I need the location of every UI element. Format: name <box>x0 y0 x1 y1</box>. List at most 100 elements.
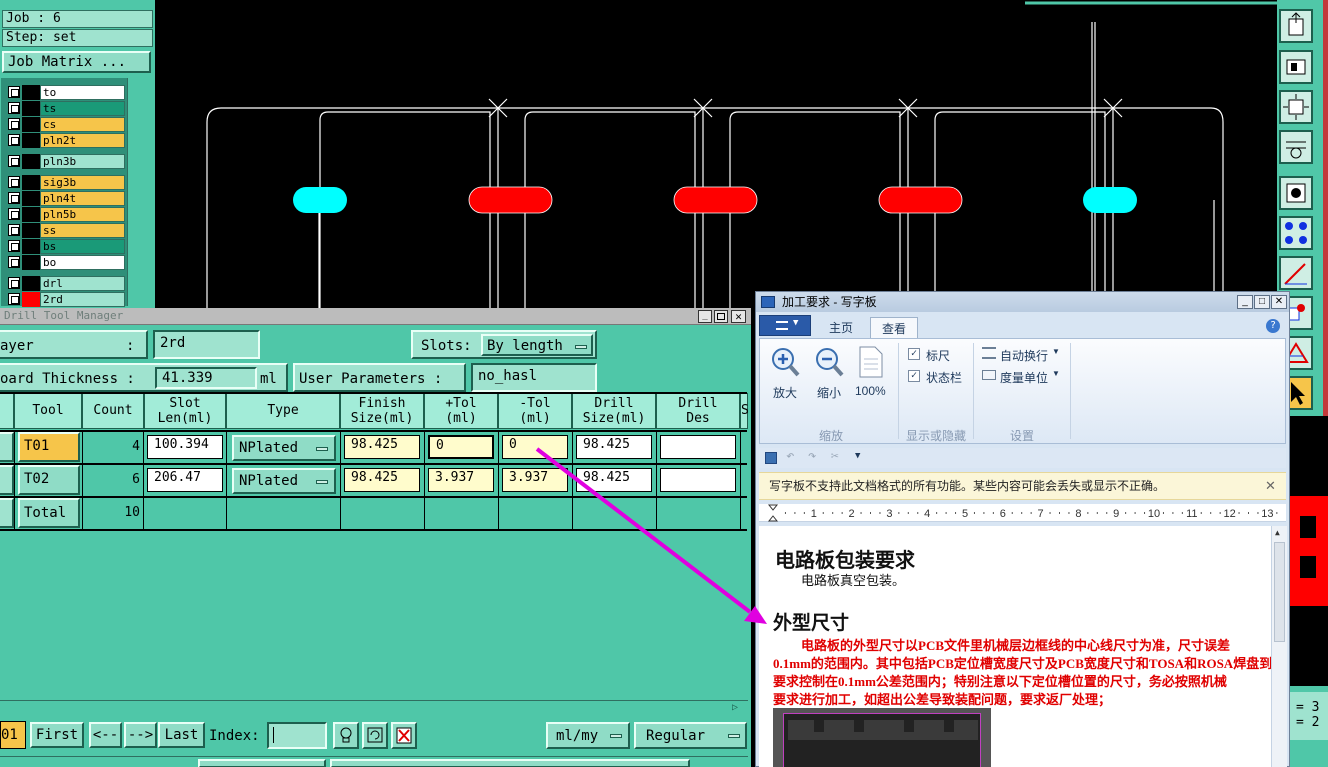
prev-button[interactable]: <-- <box>89 722 122 748</box>
column-header[interactable]: +Tol (ml) <box>424 393 498 429</box>
undo-icon[interactable]: ↶ <box>786 448 794 464</box>
column-header[interactable]: Finish Size(ml) <box>340 393 424 429</box>
layer-value-field[interactable]: 2rd <box>153 330 260 359</box>
layer-checkbox[interactable] <box>8 256 20 268</box>
layer-checkbox[interactable] <box>8 208 20 220</box>
layer-row-2[interactable]: cs <box>6 117 125 132</box>
index-field[interactable] <box>267 722 327 749</box>
row-select-icon[interactable] <box>0 465 14 495</box>
layer-checkbox[interactable] <box>8 224 20 236</box>
layer-checkbox[interactable] <box>8 293 20 305</box>
layer-row-3[interactable]: pln2t <box>6 133 125 148</box>
layer-checkbox[interactable] <box>8 155 20 167</box>
toolbar-button-1[interactable] <box>1279 9 1313 43</box>
units-dropdown[interactable]: ml/my <box>546 722 630 749</box>
board-thickness-field[interactable]: 41.339 <box>155 367 257 389</box>
wordpad-close-button[interactable]: ✕ <box>1271 295 1287 309</box>
slot-length-input[interactable]: 206.47 <box>147 468 223 492</box>
tab-home[interactable]: 主页 <box>820 317 862 339</box>
toolbar-button-5[interactable] <box>1279 176 1313 210</box>
layer-checkbox[interactable] <box>8 102 20 114</box>
page-100-icon[interactable] <box>857 345 885 379</box>
maximize-button[interactable] <box>714 310 728 323</box>
slots-dropdown[interactable]: By length <box>481 334 593 356</box>
toolbar-button-4[interactable] <box>1279 130 1313 164</box>
layer-row-1[interactable]: ts <box>6 101 125 116</box>
layer-row-9[interactable]: bs <box>6 239 125 254</box>
redo-icon[interactable]: ↷ <box>808 448 816 464</box>
slot-length-input[interactable]: 100.394 <box>147 435 223 459</box>
cad-canvas[interactable] <box>155 0 1277 310</box>
layer-list-scrollbar[interactable] <box>127 78 153 306</box>
layer-checkbox[interactable] <box>8 176 20 188</box>
save-icon[interactable] <box>765 452 777 464</box>
word-wrap-button[interactable]: 自动换行 <box>1000 347 1048 364</box>
type-dropdown[interactable]: NPlated <box>232 468 336 494</box>
close-button[interactable]: ✕ <box>731 310 746 323</box>
layer-row-12[interactable]: 2rd <box>6 292 125 307</box>
tool-cell[interactable]: T02 <box>18 465 80 495</box>
ruler[interactable]: 1 2 3 4 5 6 7 8 9 10 11 12 13 <box>759 504 1286 522</box>
layer-row-10[interactable]: bo <box>6 255 125 270</box>
row-select-icon[interactable] <box>0 432 14 462</box>
layer-row-5[interactable]: sig3b <box>6 175 125 190</box>
zoom-out-icon[interactable] <box>813 346 845 380</box>
layer-checkbox[interactable] <box>8 240 20 252</box>
column-header[interactable]: Drill Des <box>656 393 740 429</box>
cut-icon[interactable]: ✂ <box>831 449 839 464</box>
toolbar-button-3[interactable] <box>1279 90 1313 124</box>
document-area[interactable]: 电路板包装要求 电路板真空包装。 外型尺寸 电路板的外型尺寸以PCB文件里机械层… <box>759 526 1272 767</box>
layer-row-6[interactable]: pln4t <box>6 191 125 206</box>
layer-checkbox[interactable] <box>8 134 20 146</box>
toolbar-button-2[interactable] <box>1279 50 1313 84</box>
column-header[interactable]: Type <box>226 393 340 429</box>
finish-size-input[interactable]: 98.425 <box>344 435 420 459</box>
first-button[interactable]: First <box>30 722 84 748</box>
ruler-checkbox[interactable]: ✓ <box>908 348 920 360</box>
layer-checkbox[interactable] <box>8 86 20 98</box>
layer-checkbox[interactable] <box>8 118 20 130</box>
plus-tol-input[interactable]: 3.937 <box>428 468 494 492</box>
minus-tol-input[interactable]: 0 <box>502 435 568 459</box>
drill-des-input[interactable] <box>660 468 736 492</box>
measure-units-button[interactable]: 度量单位 <box>1000 369 1048 386</box>
type-dropdown[interactable]: NPlated <box>232 435 336 461</box>
file-menu-button[interactable]: ▼ <box>759 315 811 336</box>
customize-icon[interactable]: ▼ <box>855 451 860 461</box>
wordpad-maximize-button[interactable]: □ <box>1254 295 1270 309</box>
drill-des-input[interactable] <box>660 435 736 459</box>
close-info-icon[interactable]: ✕ <box>1265 473 1276 499</box>
zoom-in-icon[interactable] <box>769 346 801 380</box>
drill-size-input[interactable]: 98.425 <box>576 468 652 492</box>
horizontal-scrollbar[interactable]: ▷ <box>0 700 748 714</box>
column-header[interactable]: Count <box>82 393 144 429</box>
layer-row-0[interactable]: to <box>6 85 125 100</box>
toolbar-button-7[interactable] <box>1279 256 1313 290</box>
layer-row-11[interactable]: drl <box>6 276 125 291</box>
wordpad-title-bar[interactable]: 加工要求 - 写字板 _ □ ✕ <box>756 292 1289 312</box>
delete-icon[interactable] <box>391 722 417 749</box>
scroll-right-icon[interactable]: ▷ <box>732 702 738 713</box>
tab-view[interactable]: 查看 <box>870 317 918 339</box>
layer-row-7[interactable]: pln5b <box>6 207 125 222</box>
last-button[interactable]: Last <box>158 722 205 748</box>
statusbar-checkbox[interactable]: ✓ <box>908 370 920 382</box>
user-parameters-field[interactable]: no_hasl <box>471 363 597 392</box>
bulb-icon[interactable] <box>333 722 359 749</box>
column-header[interactable]: Tool <box>14 393 82 429</box>
next-button[interactable]: --> <box>124 722 157 748</box>
column-header[interactable]: -Tol (ml) <box>498 393 572 429</box>
mode-dropdown[interactable]: Regular <box>634 722 747 749</box>
scroll-up-icon[interactable]: ▲ <box>1275 528 1280 537</box>
toolbar-button-6[interactable] <box>1279 216 1313 250</box>
user-parameters-button[interactable]: User Parameters : <box>293 363 466 392</box>
minus-tol-input[interactable]: 3.937 <box>502 468 568 492</box>
help-icon[interactable]: ? <box>1266 319 1280 333</box>
column-header[interactable]: S <box>740 393 749 429</box>
layer-row-4[interactable]: pln3b <box>6 154 125 169</box>
column-header[interactable]: Drill Size(ml) <box>572 393 656 429</box>
job-matrix-button[interactable]: Job Matrix ... <box>2 51 151 73</box>
wordpad-minimize-button[interactable]: _ <box>1237 295 1253 309</box>
layer-row-8[interactable]: ss <box>6 223 125 238</box>
refresh-icon[interactable] <box>362 722 388 749</box>
